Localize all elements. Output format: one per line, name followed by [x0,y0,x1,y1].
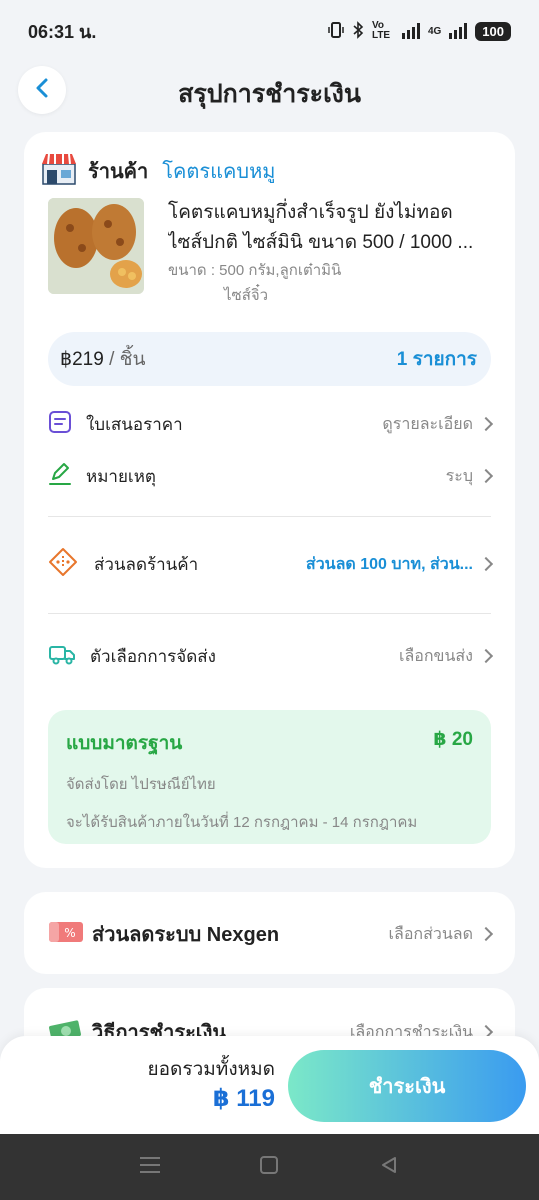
pencil-icon [48,462,72,491]
menu-icon [139,1156,161,1179]
vibrate-icon [328,21,344,42]
product-image[interactable] [48,198,144,294]
shop-row: ร้านค้า โคตรแคบหมู [40,150,275,191]
shop-discount-value: ส่วนลด 100 บาท, ส่วน... [305,552,494,577]
system-discount-row: % ส่วนลดระบบ Nexgen เลือกส่วนลด [48,918,494,950]
shop-name-link[interactable]: โคตรแคบหมู [162,155,275,187]
header: สรุปการชำระเงิน [0,62,539,122]
quote-label: ใบเสนอราคา [86,414,183,434]
shop-label: ร้านค้า [88,160,149,183]
chevron-right-icon [478,648,494,664]
shop-discount-row[interactable]: ส่วนลดร้านค้า ส่วนลด 100 บาท, ส่วน... [48,544,494,584]
total-label: ยอดรวมทั้งหมด [147,1059,275,1080]
shipping-option-title: แบบมาตรฐาน [66,733,183,754]
quote-value-text: ดูรายละเอียด [382,415,473,433]
item-quantity: 1 รายการ [396,349,477,370]
shipping-value: เลือกขนส่ง [398,644,494,669]
note-row[interactable]: หมายเหตุ ระบุ [48,456,494,496]
system-discount-value-text: เลือกส่วนลด [388,925,473,943]
system-discount-title: ส่วนลดระบบ Nexgen [92,924,280,946]
status-bar: 06:31 น. Vo LTE 4G 100 [0,0,539,62]
pay-button[interactable]: ชำระเงิน [288,1050,526,1122]
divider [48,613,491,614]
price-value: ฿219 [60,349,104,370]
signal-icon-2 [449,23,468,39]
checkout-bar: ยอดรวมทั้งหมด ฿ 119 ชำระเงิน [0,1036,539,1134]
back-nav-button[interactable] [369,1147,409,1187]
price-quantity-pill: ฿219 / ชิ้น 1 รายการ [48,332,491,386]
shop-discount-value-text: ส่วนลด 100 บาท, ส่วน... [305,555,473,573]
delivery-truck-icon [48,642,76,671]
back-triangle-icon [379,1155,399,1180]
status-icons: Vo LTE 4G 100 [328,21,511,42]
status-time: 06:31 น. [28,21,97,42]
volte-label: Vo LTE [371,20,391,41]
svg-text:%: % [64,926,75,940]
page-title: สรุปการชำระเงิน [178,80,361,108]
system-discount-value: เลือกส่วนลด [388,922,494,947]
quote-value: ดูรายละเอียด [382,412,494,437]
quote-row[interactable]: ใบเสนอราคา ดูรายละเอียด [48,404,494,444]
shipping-label: ตัวเลือกการจัดส่ง [90,646,216,666]
home-button[interactable] [249,1147,289,1187]
discount-tag-icon [48,547,78,582]
signal-icon [401,23,420,39]
shipping-value-text: เลือกขนส่ง [398,647,473,665]
note-value-text: ระบุ [445,467,473,485]
shop-discount-label: ส่วนลดร้านค้า [94,554,199,574]
menu-button[interactable] [130,1147,170,1187]
system-nav-bar [0,1134,539,1200]
chevron-right-icon [478,416,494,432]
home-square-icon [259,1155,279,1180]
shipping-row[interactable]: ตัวเลือกการจัดส่ง เลือกขนส่ง [48,636,494,676]
total-value: ฿ 119 [212,1085,275,1112]
shipping-option-card[interactable]: แบบมาตรฐาน ฿ 20 จัดส่งโดย ไปรษณีย์ไทย จะ… [48,710,491,844]
bluetooth-icon [352,20,364,42]
note-value: ระบุ [445,464,494,489]
system-discount-card[interactable]: % ส่วนลดระบบ Nexgen เลือกส่วนลด [24,892,515,974]
order-card: ร้านค้า โคตรแคบหมู โคตรแคบหมูกึ่งสำเร็จร… [24,132,515,868]
note-label: หมายเหตุ [86,466,156,486]
unit-price: ฿219 / ชิ้น [60,344,146,374]
chevron-right-icon [478,468,494,484]
shipping-option-price: ฿ 20 [433,729,473,750]
store-icon [40,150,78,191]
document-icon [48,410,72,439]
product-variant-size: ไซส์จิ๋ว [224,287,269,304]
coupon-icon: % [48,919,84,950]
shipping-carrier: จัดส่งโดย ไปรษณีย์ไทย [66,776,216,793]
chevron-right-icon [478,926,494,942]
battery-indicator: 100 [475,21,511,41]
chevron-right-icon [478,556,494,572]
shipping-eta: จะได้รับสินค้าภายในวันที่ 12 กรกฎาคม - 1… [66,814,418,831]
divider [48,516,491,517]
product-title-line-1: โคตรแคบหมูกึ่งสำเร็จรูป ยังไม่ทอด [168,202,453,223]
price-unit: / ชิ้น [103,349,146,370]
network-4g-label: 4G [427,25,442,37]
product-title-line-2: ไซส์ปกติ ไซส์มินิ ขนาด 500 / 1000 ... [168,232,474,253]
product-variant: ขนาด : 500 กรัม,ลูกเต๋ามินิ [168,262,342,279]
product-title[interactable]: โคตรแคบหมูกึ่งสำเร็จรูป ยังไม่ทอด ไซส์ปก… [168,198,498,258]
